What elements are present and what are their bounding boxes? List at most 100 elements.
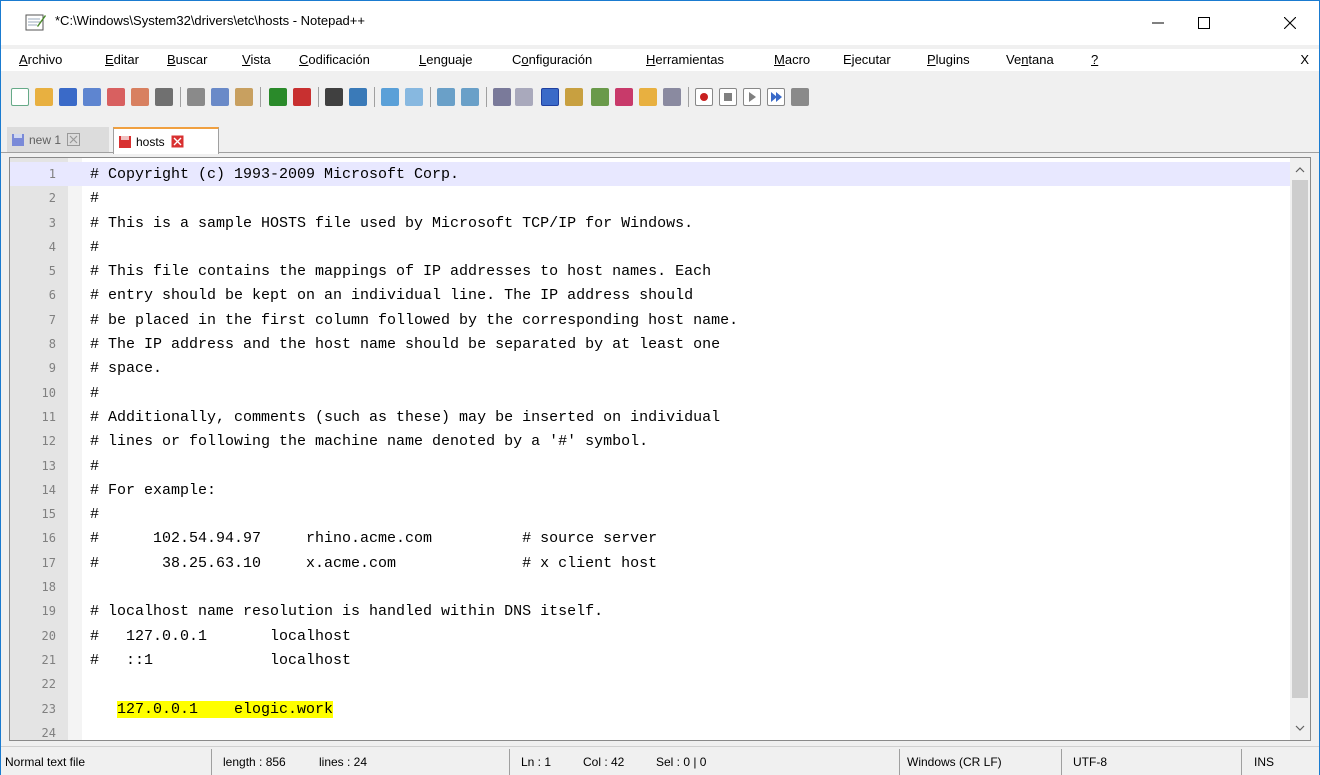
tab-new-1[interactable]: new 1 <box>7 127 109 152</box>
code-line[interactable]: 6 # entry should be kept on an individual… <box>10 283 1292 307</box>
menu-configuracion[interactable]: Configuración <box>512 52 592 67</box>
code-line[interactable]: 19 # localhost name resolution is handled… <box>10 599 1292 623</box>
code-line[interactable]: 12 # lines or following the machine name … <box>10 429 1292 453</box>
function-list-icon[interactable] <box>615 88 633 106</box>
code-text[interactable]: # For example: <box>90 482 216 499</box>
word-wrap-icon[interactable] <box>493 88 511 106</box>
code-line[interactable]: 10 # <box>10 381 1292 405</box>
code-line[interactable]: 22 <box>10 672 1292 696</box>
code-text[interactable]: # This is a sample HOSTS file used by Mi… <box>90 215 693 232</box>
menu-archivo[interactable]: Archivo <box>19 52 62 67</box>
code-line[interactable]: 1 # Copyright (c) 1993-2009 Microsoft Cor… <box>10 162 1292 187</box>
code-text[interactable]: # 38.25.63.10 x.acme.com # x client host <box>90 555 657 572</box>
menu-editar[interactable]: Editar <box>105 52 139 67</box>
undo-icon[interactable] <box>269 88 287 106</box>
copy-icon[interactable] <box>211 88 229 106</box>
code-line[interactable]: 4 # <box>10 235 1292 259</box>
code-line[interactable]: 21 # ::1 localhost <box>10 648 1292 672</box>
code-text[interactable]: # Copyright (c) 1993-2009 Microsoft Corp… <box>90 166 459 183</box>
code-line[interactable]: 14 # For example: <box>10 478 1292 502</box>
close-all-icon[interactable] <box>131 88 149 106</box>
code-text[interactable]: # space. <box>90 360 162 377</box>
code-line[interactable]: 20 # 127.0.0.1 localhost <box>10 624 1292 648</box>
code-text[interactable]: # 102.54.94.97 rhino.acme.com # source s… <box>90 530 657 547</box>
show-all-chars-icon[interactable] <box>515 88 533 106</box>
user-define-lang-icon[interactable] <box>565 88 583 106</box>
zoom-out-icon[interactable] <box>405 88 423 106</box>
redo-icon[interactable] <box>293 88 311 106</box>
sync-vertical-icon[interactable] <box>437 88 455 106</box>
menu-codificacion[interactable]: Codificación <box>299 52 370 67</box>
folder-workspace-icon[interactable] <box>639 88 657 106</box>
highlighted-text[interactable]: 127.0.0.1 elogic.work <box>117 700 334 718</box>
code-line[interactable]: 2 # <box>10 186 1292 210</box>
code-line[interactable]: 3 # This is a sample HOSTS file used by M… <box>10 211 1292 235</box>
play-multiple-icon[interactable] <box>767 88 785 106</box>
close-icon[interactable] <box>107 88 125 106</box>
code-line[interactable]: 16 # 102.54.94.97 rhino.acme.com # source… <box>10 526 1292 550</box>
menu-buscar[interactable]: Buscar <box>167 52 207 67</box>
code-line[interactable]: 9 # space. <box>10 356 1292 380</box>
code-text[interactable]: # <box>90 190 99 207</box>
code-line[interactable]: 17 # 38.25.63.10 x.acme.com # x client ho… <box>10 551 1292 575</box>
stop-record-icon[interactable] <box>719 88 737 106</box>
menu-herramientas[interactable]: Herramientas <box>646 52 724 67</box>
monitoring-icon[interactable] <box>663 88 681 106</box>
status-mode[interactable]: INS <box>1254 755 1274 769</box>
code-text[interactable]: # <box>90 239 99 256</box>
scroll-up-icon[interactable] <box>1290 160 1310 180</box>
code-text[interactable]: # <box>90 458 99 475</box>
scrollbar-thumb[interactable] <box>1292 180 1308 698</box>
code-text[interactable]: # be placed in the first column followed… <box>90 312 738 329</box>
tab-close-icon[interactable] <box>171 135 184 148</box>
code-text[interactable]: # <box>90 385 99 402</box>
find-icon[interactable] <box>325 88 343 106</box>
code-text[interactable]: # <box>90 506 99 523</box>
menu-help[interactable]: ? <box>1091 52 1098 67</box>
close-window-button[interactable] <box>1261 1 1319 45</box>
code-text[interactable]: # Additionally, comments (such as these)… <box>90 409 720 426</box>
code-text[interactable]: 127.0.0.1 elogic.work <box>90 700 334 718</box>
new-file-icon[interactable] <box>11 88 29 106</box>
code-line[interactable]: 11 # Additionally, comments (such as thes… <box>10 405 1292 429</box>
open-file-icon[interactable] <box>35 88 53 106</box>
status-ln[interactable]: Ln : 1 <box>521 755 551 769</box>
code-line[interactable]: 5 # This file contains the mappings of IP… <box>10 259 1292 283</box>
sync-horizontal-icon[interactable] <box>461 88 479 106</box>
menu-plugins[interactable]: Plugins <box>927 52 970 67</box>
cut-icon[interactable] <box>187 88 205 106</box>
paste-icon[interactable] <box>235 88 253 106</box>
code-text[interactable]: # 127.0.0.1 localhost <box>90 628 351 645</box>
code-text[interactable]: # This file contains the mappings of IP … <box>90 263 711 280</box>
save-all-icon[interactable] <box>83 88 101 106</box>
code-line[interactable]: 7 # be placed in the first column followe… <box>10 308 1292 332</box>
record-macro-icon[interactable] <box>695 88 713 106</box>
indent-guide-icon[interactable] <box>541 88 559 106</box>
tab-hosts[interactable]: hosts <box>113 127 219 154</box>
code-text[interactable]: # lines or following the machine name de… <box>90 433 648 450</box>
editor-lines[interactable]: 1 # Copyright (c) 1993-2009 Microsoft Cor… <box>10 162 1292 740</box>
menu-lenguaje[interactable]: Lenguaje <box>419 52 473 67</box>
doc-map-icon[interactable] <box>591 88 609 106</box>
vertical-scrollbar[interactable] <box>1290 158 1310 740</box>
code-text[interactable]: # entry should be kept on an individual … <box>90 287 693 304</box>
save-macro-icon[interactable] <box>791 88 809 106</box>
text-editor[interactable]: 1 # Copyright (c) 1993-2009 Microsoft Cor… <box>9 157 1311 741</box>
status-col[interactable]: Col : 42 <box>583 755 624 769</box>
code-line[interactable]: 18 <box>10 575 1292 599</box>
code-line[interactable]: 8 # The IP address and the host name shou… <box>10 332 1292 356</box>
save-icon[interactable] <box>59 88 77 106</box>
close-document-button[interactable]: X <box>1300 52 1309 67</box>
code-line[interactable]: 15 # <box>10 502 1292 526</box>
replace-icon[interactable] <box>349 88 367 106</box>
code-line[interactable]: 24 <box>10 721 1292 740</box>
zoom-in-icon[interactable] <box>381 88 399 106</box>
maximize-button[interactable] <box>1181 1 1227 45</box>
title-bar[interactable]: *C:\Windows\System32\drivers\etc\hosts -… <box>1 1 1319 45</box>
scroll-down-icon[interactable] <box>1290 718 1310 738</box>
menu-ventana[interactable]: Ventana <box>1006 52 1054 67</box>
status-eol[interactable]: Windows (CR LF) <box>907 755 1002 769</box>
menu-ejecutar[interactable]: Ejecutar <box>843 52 891 67</box>
status-sel[interactable]: Sel : 0 | 0 <box>656 755 706 769</box>
code-text[interactable]: # The IP address and the host name shoul… <box>90 336 720 353</box>
